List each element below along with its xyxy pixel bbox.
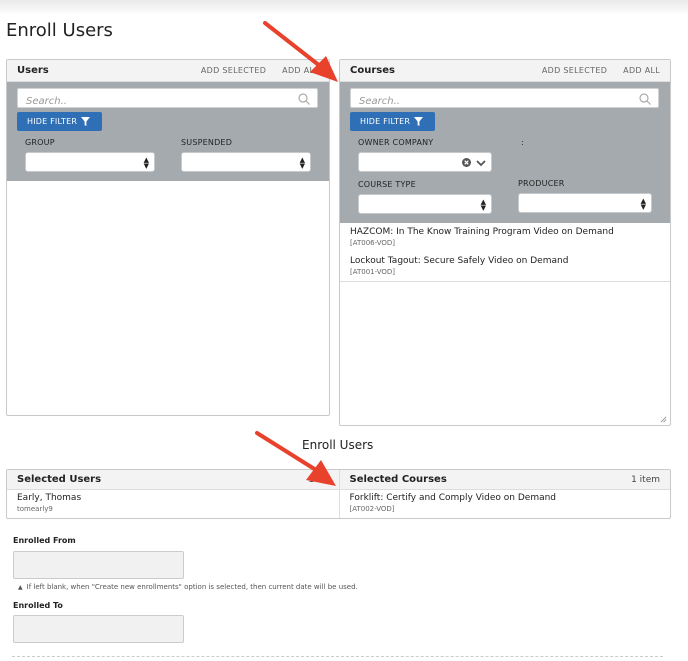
course-name: Lockout Tagout: Secure Safely Video on D… (350, 256, 569, 266)
group-select[interactable]: ▲ ▼ (25, 152, 155, 172)
selected-courses-title: Selected Courses (349, 474, 447, 485)
courses-search-box (350, 88, 659, 111)
selected-courses-count: 1 item (631, 474, 660, 485)
suspended-filter-label: SUSPENDED (181, 138, 233, 147)
extra-filter-label: : (521, 138, 524, 147)
enrolled-from-input[interactable] (13, 551, 184, 579)
select-arrows-icon: ▲ ▼ (480, 198, 486, 212)
list-item[interactable]: HAZCOM: In The Know Training Program Vid… (340, 223, 670, 253)
enrolled-from-help: ▲ If left blank, when "Create new enrollm… (18, 583, 358, 591)
hide-filter-label: HIDE FILTER (360, 117, 411, 126)
annotation-arrow-icon (263, 21, 338, 82)
top-bar (0, 0, 688, 14)
course-type-filter-label: COURSE TYPE (358, 180, 416, 189)
user-name: Early, Thomas (17, 493, 82, 503)
course-code: [AT002-VOD] (349, 505, 395, 513)
caret-up-icon: ▲ (18, 584, 23, 591)
clear-icon[interactable] (462, 158, 471, 167)
users-filter-area: HIDE FILTER GROUP ▲▼ SUSPENDED ▲▼ (7, 82, 329, 181)
owner-company-select[interactable] (358, 152, 492, 172)
suspended-select[interactable]: ▲ ▼ (181, 152, 311, 172)
users-search-input[interactable] (18, 92, 317, 111)
owner-company-filter-label: OWNER COMPANY (358, 138, 434, 147)
users-search-box (17, 88, 318, 111)
table-row[interactable]: Early, Thomas tomearly9 (7, 490, 339, 516)
resize-handle-icon[interactable] (660, 416, 667, 423)
users-panel: Users ADD SELECTED ADD ALL HIDE FILTER G… (6, 59, 330, 416)
courses-search-input[interactable] (351, 92, 658, 111)
group-filter-label: GROUP (25, 138, 55, 147)
funnel-icon (81, 117, 90, 126)
courses-panel: Courses ADD SELECTED ADD ALL HIDE FILTER… (339, 59, 671, 426)
courses-add-all-button[interactable]: ADD ALL (623, 66, 660, 75)
course-code: [AT006-VOD] (350, 239, 396, 247)
users-add-selected-button[interactable]: ADD SELECTED (201, 66, 266, 75)
page-title: Enroll Users (6, 20, 113, 41)
user-username: tomearly9 (17, 505, 53, 513)
table-row[interactable]: Forklift: Certify and Comply Video on De… (340, 490, 671, 516)
courses-panel-title: Courses (350, 65, 395, 76)
courses-panel-header: Courses ADD SELECTED ADD ALL (340, 60, 670, 82)
producer-select[interactable]: ▲ ▼ (518, 193, 652, 213)
courses-add-selected-button[interactable]: ADD SELECTED (542, 66, 607, 75)
producer-filter-label: PRODUCER (518, 179, 565, 188)
enrolled-to-label: Enrolled To (13, 601, 63, 610)
select-arrows-icon: ▲ ▼ (143, 156, 149, 170)
course-type-select[interactable]: ▲ ▼ (358, 194, 492, 214)
course-name: Forklift: Certify and Comply Video on De… (349, 493, 557, 503)
course-code: [AT001-VOD] (350, 268, 396, 276)
course-name: HAZCOM: In The Know Training Program Vid… (350, 227, 614, 237)
help-text: If left blank, when "Create new enrollme… (26, 583, 358, 591)
users-hide-filter-button[interactable]: HIDE FILTER (17, 112, 102, 131)
hide-filter-label: HIDE FILTER (27, 117, 78, 126)
selected-courses-column: Selected Courses 1 item Forklift: Certif… (338, 470, 671, 518)
selected-courses-header: Selected Courses 1 item (339, 470, 670, 490)
enrolled-to-input[interactable] (13, 615, 184, 643)
search-icon[interactable] (638, 92, 652, 106)
courses-filter-area: HIDE FILTER OWNER COMPANY : COURSE TYPE … (340, 82, 670, 223)
courses-hide-filter-button[interactable]: HIDE FILTER (350, 112, 435, 131)
users-panel-title: Users (17, 65, 49, 76)
select-arrows-icon: ▲ ▼ (640, 197, 646, 211)
list-item[interactable]: Lockout Tagout: Secure Safely Video on D… (340, 252, 670, 282)
divider (12, 656, 663, 657)
enrolled-from-label: Enrolled From (13, 536, 76, 545)
chevron-down-icon[interactable] (476, 158, 486, 168)
select-arrows-icon: ▲ ▼ (299, 156, 305, 170)
annotation-arrow-icon (255, 431, 336, 486)
funnel-icon (414, 117, 423, 126)
search-icon[interactable] (297, 92, 311, 106)
